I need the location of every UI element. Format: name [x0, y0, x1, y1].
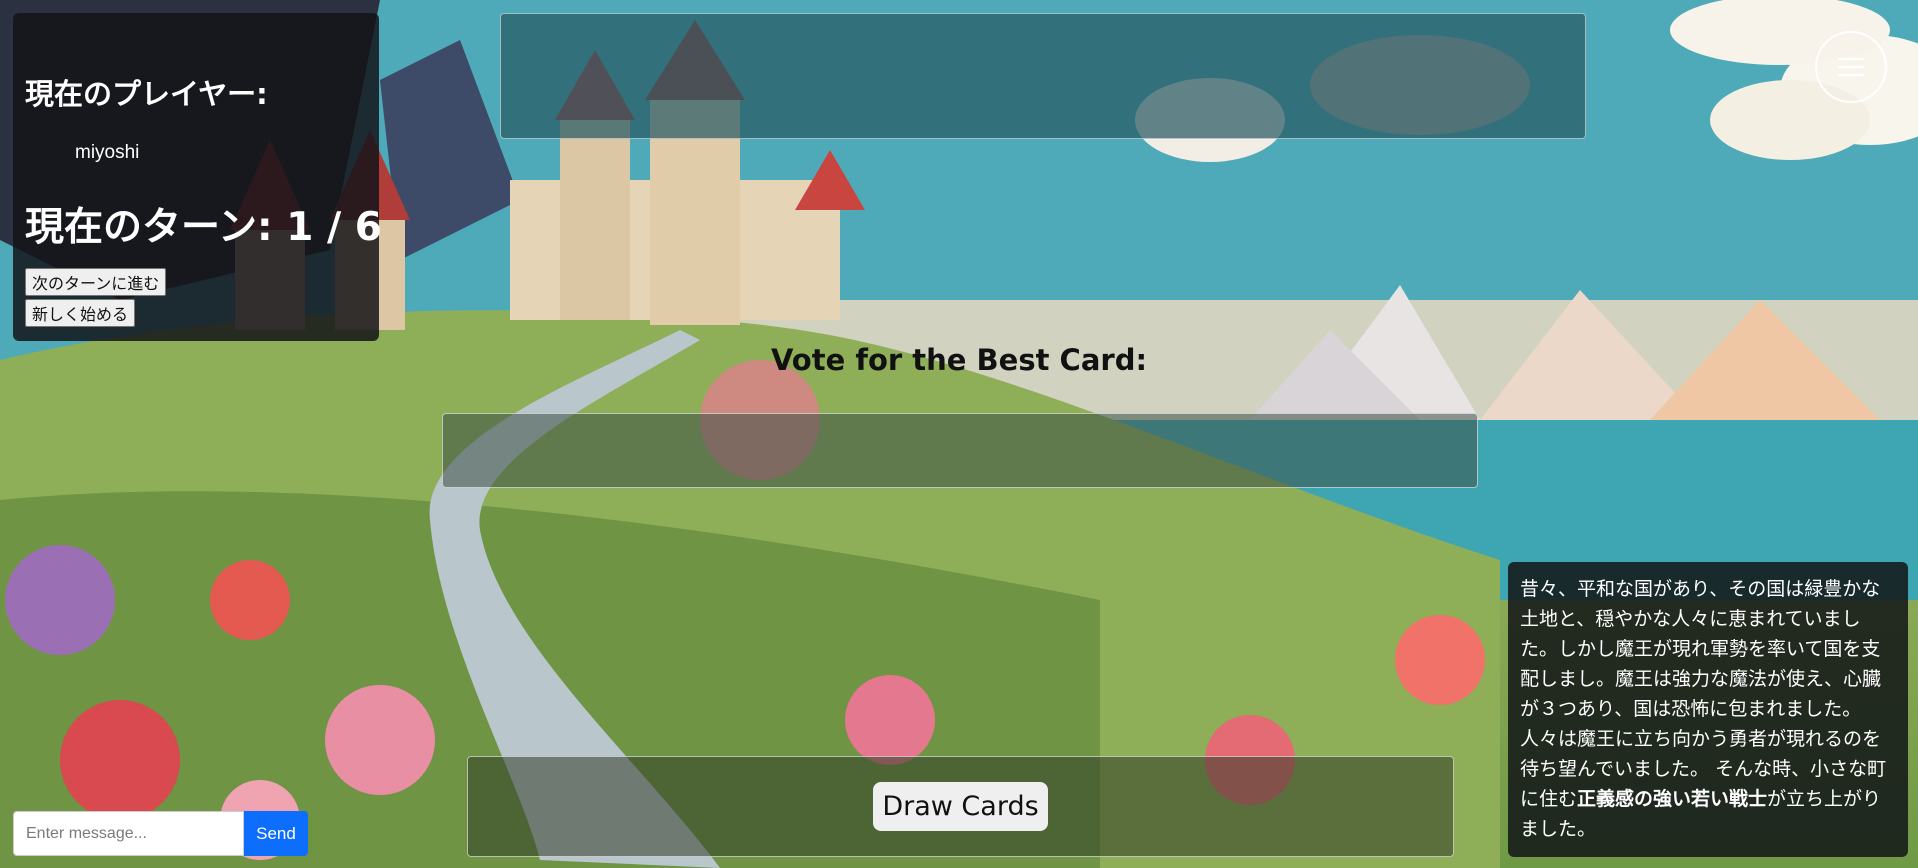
player-panel: 現在のプレイヤー: miyoshi 現在のターン: 1 / 6 次のターンに進む… [13, 13, 382, 341]
send-button[interactable]: Send [244, 811, 308, 856]
draw-cards-button[interactable]: Draw Cards [873, 782, 1048, 831]
hamburger-icon [1838, 58, 1864, 76]
current-player-heading: 現在のプレイヤー: [25, 77, 268, 111]
story-text: 昔々、平和な国があり、その国は緑豊かな土地と、穏やかな人々に恵まれていました。し… [1520, 578, 1887, 810]
menu-button[interactable] [1815, 31, 1887, 103]
restart-button[interactable]: 新しく始める [25, 299, 136, 327]
turn-total: 6 [354, 205, 382, 250]
next-turn-button[interactable]: 次のターンに進む [25, 268, 167, 296]
story-panel: 昔々、平和な国があり、その国は緑豊かな土地と、穏やかな人々に恵まれていました。し… [1508, 562, 1908, 857]
chat-message-input[interactable] [13, 811, 244, 856]
vote-title: Vote for the Best Card: [770, 343, 1148, 377]
current-player-name: miyoshi [75, 142, 140, 163]
current-turn-heading: 現在のターン: 1 / 6 [25, 196, 382, 252]
turn-current: 1 [286, 205, 314, 250]
story-highlight: 正義感の強い若い戦士 [1577, 788, 1768, 810]
top-banner [500, 13, 1586, 139]
vote-cards-area [442, 413, 1478, 488]
turn-label: 現在のターン: [25, 205, 273, 250]
turn-separator: / [326, 205, 342, 250]
